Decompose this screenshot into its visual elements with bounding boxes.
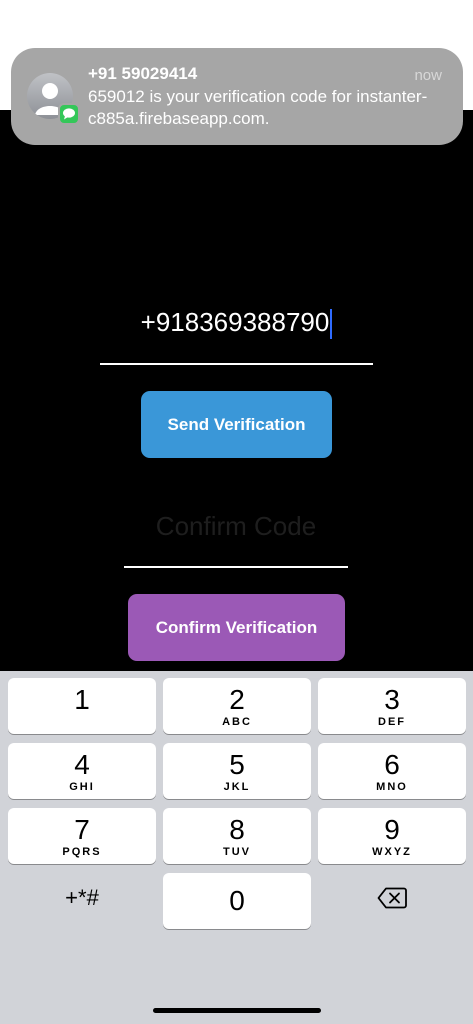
key-8[interactable]: 8 TUV	[163, 808, 311, 864]
key-7[interactable]: 7 PQRS	[8, 808, 156, 864]
key-5[interactable]: 5 JKL	[163, 743, 311, 799]
key-letters: MNO	[376, 781, 408, 793]
backspace-icon	[377, 887, 407, 909]
key-digit: 2	[229, 684, 245, 715]
key-letters: ABC	[222, 716, 252, 728]
key-digit: 0	[229, 885, 245, 916]
code-input-underline	[124, 566, 348, 568]
key-digit: 7	[74, 814, 90, 845]
phone-number-input[interactable]: +918369388790	[100, 302, 373, 342]
sms-notification-banner[interactable]: +91 59029414 now 659012 is your verifica…	[11, 48, 463, 145]
key-letters: TUV	[223, 846, 251, 858]
confirm-code-input[interactable]: Confirm Code	[124, 506, 348, 546]
text-caret	[330, 309, 333, 340]
notification-time: now	[414, 67, 442, 84]
key-0[interactable]: 0	[163, 873, 311, 929]
numeric-keypad: 1 2 ABC 3 DEF 4 GHI 5 JKL 6 MNO 7 PQRS 8…	[0, 671, 473, 1024]
send-verification-button[interactable]: Send Verification	[141, 391, 332, 458]
key-digit: 5	[229, 749, 245, 780]
symbols-key[interactable]: +*#	[8, 873, 156, 929]
key-6[interactable]: 6 MNO	[318, 743, 466, 799]
key-9[interactable]: 9 WXYZ	[318, 808, 466, 864]
key-3[interactable]: 3 DEF	[318, 678, 466, 734]
phone-input-underline	[100, 363, 373, 365]
notification-message: 659012 is your verification code for ins…	[88, 87, 428, 128]
key-letters: DEF	[378, 716, 406, 728]
phone-number-value: +918369388790	[140, 307, 330, 337]
key-digit: 1	[74, 684, 90, 715]
key-letters: GHI	[69, 781, 95, 793]
notification-sender: +91 59029414	[88, 64, 198, 83]
key-4[interactable]: 4 GHI	[8, 743, 156, 799]
key-digit: 9	[384, 814, 400, 845]
key-letters: PQRS	[62, 846, 102, 858]
key-letters: JKL	[223, 781, 251, 793]
key-digit: 8	[229, 814, 245, 845]
confirm-verification-button[interactable]: Confirm Verification	[128, 594, 345, 661]
home-indicator[interactable]	[153, 1008, 321, 1013]
key-letters: WXYZ	[372, 846, 412, 858]
key-digit: 4	[74, 749, 90, 780]
key-2[interactable]: 2 ABC	[163, 678, 311, 734]
messages-icon	[58, 103, 80, 125]
delete-key[interactable]	[318, 873, 466, 929]
key-1[interactable]: 1	[8, 678, 156, 734]
key-digit: 6	[384, 749, 400, 780]
key-digit: 3	[384, 684, 400, 715]
